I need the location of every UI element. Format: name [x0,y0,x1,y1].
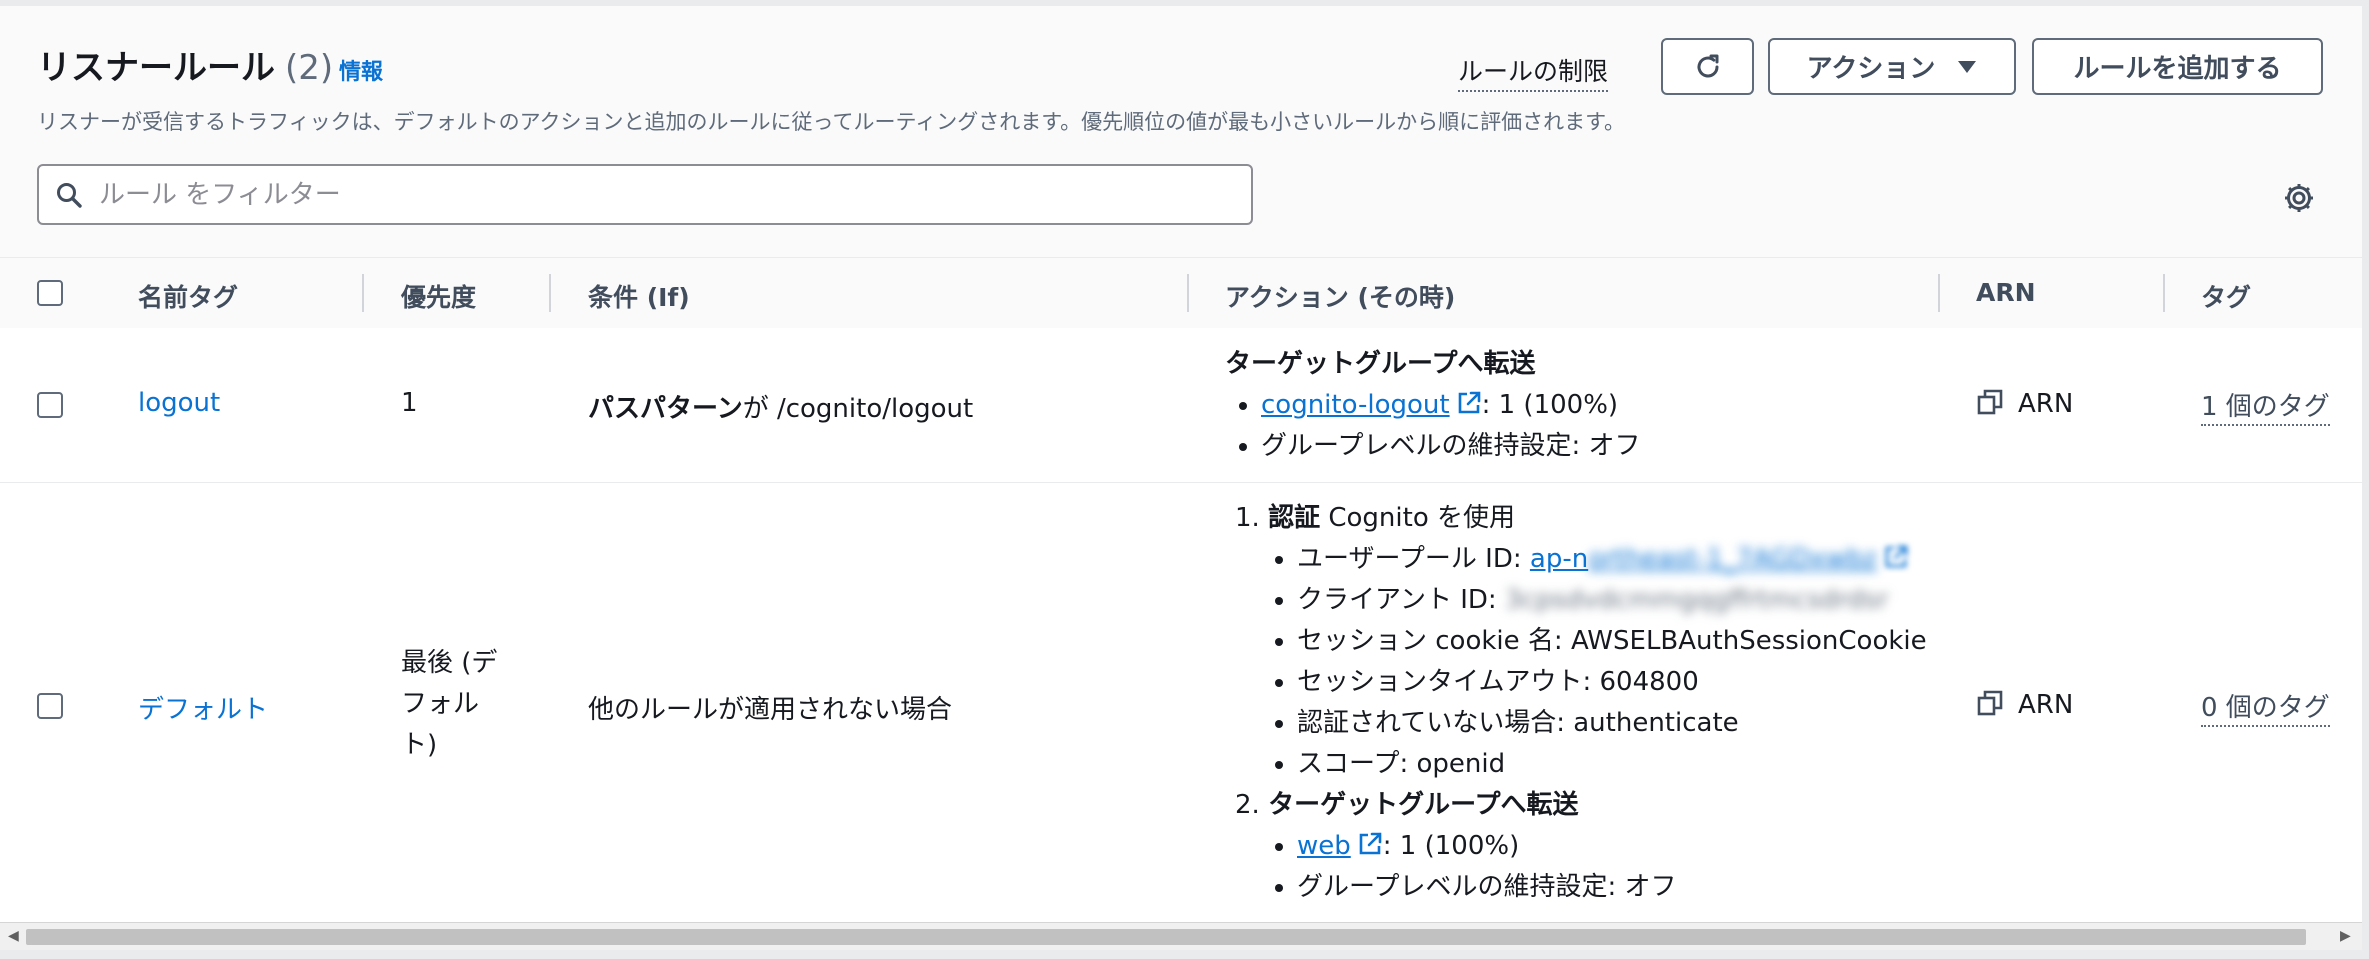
column-separator[interactable] [2163,274,2165,312]
actions-label: アクション [1806,54,1936,84]
add-rule-button[interactable]: ルールを追加する [2032,38,2323,95]
list-item: セッション cookie 名: AWSELBAuthSessionCookie [1271,621,1927,662]
column-header-arn[interactable]: ARN [1976,278,2036,307]
list-item: スコープ: openid [1271,744,1927,785]
column-header-conditions[interactable]: 条件 (If) [588,278,690,314]
target-weight: : 1 (100%) [1382,831,1520,861]
copy-icon[interactable] [1976,388,2004,416]
column-header-priority[interactable]: 優先度 [401,278,476,314]
window-right-border [2362,0,2369,959]
refresh-icon [1697,54,1718,77]
column-separator[interactable] [1938,274,1940,312]
rule-priority: 1 [401,388,418,418]
rule-limits-link[interactable]: ルールの制限 [1458,52,1609,92]
priority-line: 最後 (デ [401,648,498,678]
rule-count: (2) [285,48,334,88]
action-heading: ターゲットグループへ転送 [1268,790,1579,820]
external-link-icon[interactable] [1357,831,1383,857]
condition-type: パスパターン [588,394,743,424]
filter-box[interactable] [37,164,1253,225]
row-checkbox[interactable] [37,693,63,719]
user-pool-link[interactable]: ap-n [1530,544,1588,574]
arn-copy[interactable]: ARN [1976,388,2073,419]
tags-count[interactable]: 1 個のタグ [2201,386,2330,426]
client-id-label: クライアント ID: [1297,585,1505,615]
user-pool-redacted[interactable]: ortheast-1_7AGDxwbz [1588,544,1877,574]
target-group-link[interactable]: cognito-logout [1261,390,1450,420]
page-description: リスナーが受信するトラフィックは、デフォルトのアクションと追加のルールに従ってル… [37,110,1626,134]
scroll-right-icon[interactable]: ▶ [2340,928,2351,944]
action-number: 2. [1235,790,1260,820]
filter-rules-input[interactable] [97,178,1201,211]
priority-line: フォル [401,689,480,719]
rule-actions: ターゲットグループへ転送 cognito-logout : 1 (100%) グル… [1225,344,1640,467]
list-item: グループレベルの維持設定: オフ [1235,426,1640,467]
column-separator[interactable] [362,274,364,312]
table-row: デフォルト 最後 (デ フォル ト) 他のルールが適用されない場合 1. 認証 … [0,483,2362,920]
rule-name-link[interactable]: デフォルト [138,689,268,726]
column-separator[interactable] [549,274,551,312]
gear-icon[interactable] [2282,181,2316,215]
column-header-name-tag[interactable]: 名前タグ [138,278,238,314]
list-item: グループレベルの維持設定: オフ [1271,867,1927,908]
external-link-icon[interactable] [1883,544,1909,570]
table-row: logout 1 パスパターンが /cognito/logout ターゲットグル… [0,328,2362,483]
search-icon [55,181,83,209]
tags-count-text: 1 個のタグ [2201,392,2330,426]
target-group-link[interactable]: web [1297,831,1351,861]
rule-condition: 他のルールが適用されない場合 [588,695,953,725]
window-bottom-border [0,950,2369,959]
page-title: リスナールール (2) [37,40,333,89]
condition-value: が /cognito/logout [742,394,974,424]
list-item: web : 1 (100%) [1271,826,1927,867]
action-auth: 1. 認証 Cognito を使用 [1235,498,1927,539]
column-separator[interactable] [1187,274,1189,312]
scrollbar-thumb[interactable] [26,929,2306,945]
refresh-button[interactable] [1661,38,1754,95]
select-all-checkbox[interactable] [37,280,63,306]
info-link[interactable]: 情報 [339,54,383,86]
row-checkbox[interactable] [37,392,63,418]
actions-dropdown-button[interactable]: アクション [1768,38,2016,95]
list-item: ユーザープール ID: ap-northeast-1_7AGDxwbz [1271,539,1927,580]
action-heading: ターゲットグループへ転送 [1225,349,1536,379]
list-item: クライアント ID: 3cpsdvdcmmgqgffrtmcsdrdsr [1271,580,1927,621]
arn-label: ARN [2018,389,2074,419]
arn-copy[interactable]: ARN [1976,689,2073,720]
arn-label: ARN [2018,690,2074,720]
rule-name-link[interactable]: logout [138,388,220,418]
horizontal-scrollbar[interactable]: ◀ ▶ [0,922,2362,951]
table-header: 名前タグ 優先度 条件 (If) アクション (その時) ARN タグ [0,257,2362,329]
rule-actions: 1. 認証 Cognito を使用 ユーザープール ID: ap-northea… [1235,498,1927,908]
action-heading-rest: Cognito を使用 [1320,503,1515,533]
rule-priority: 最後 (デ フォル ト) [401,643,497,766]
external-link-icon[interactable] [1456,390,1482,416]
client-id-redacted: 3cpsdvdcmmgqgffrtmcsdrdsr [1504,585,1889,615]
column-header-actions[interactable]: アクション (その時) [1225,278,1455,314]
column-header-tags[interactable]: タグ [2201,278,2251,314]
priority-line: ト) [401,730,438,760]
action-number: 1. [1235,503,1260,533]
list-item: 認証されていない場合: authenticate [1271,703,1927,744]
tags-count[interactable]: 0 個のタグ [2201,687,2330,727]
tags-count-text: 0 個のタグ [2201,693,2330,727]
user-pool-label: ユーザープール ID: [1297,544,1530,574]
title-text: リスナールール [37,48,275,88]
caret-down-icon [1958,60,1977,73]
target-weight: : 1 (100%) [1481,390,1619,420]
rule-condition: パスパターンが /cognito/logout [588,388,973,425]
action-heading: 認証 [1268,503,1321,533]
copy-icon[interactable] [1976,689,2004,717]
scroll-left-icon[interactable]: ◀ [8,928,19,944]
action-forward: 2. ターゲットグループへ転送 [1235,785,1927,826]
list-item: cognito-logout : 1 (100%) [1235,385,1640,426]
list-item: セッションタイムアウト: 604800 [1271,662,1927,703]
